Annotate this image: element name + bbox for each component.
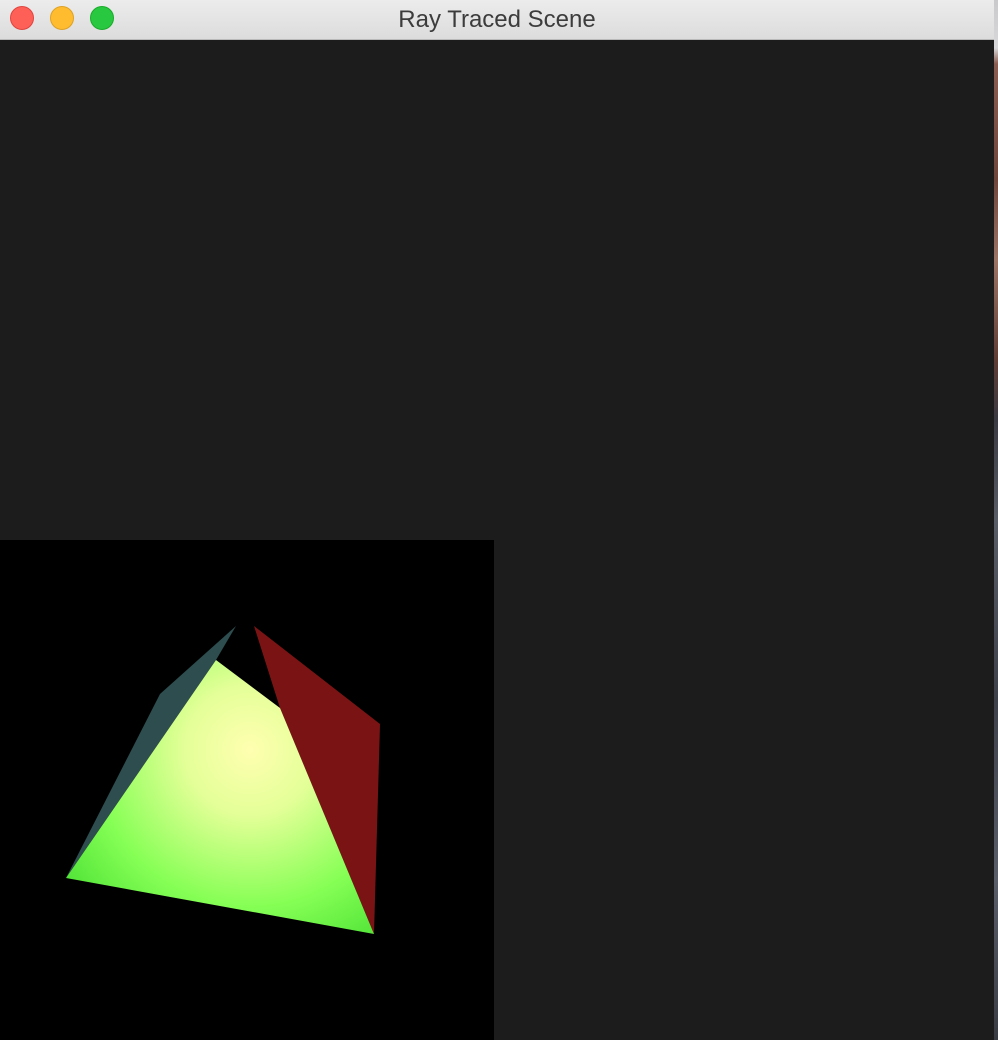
window-title: Ray Traced Scene xyxy=(398,6,596,33)
app-window: Ray Traced Scene xyxy=(0,0,994,1040)
ray-traced-render-view xyxy=(0,540,494,1040)
title-bar[interactable]: Ray Traced Scene xyxy=(0,0,994,40)
desktop-background xyxy=(994,0,998,1040)
render-canvas xyxy=(0,540,494,1040)
window-content xyxy=(0,40,994,1040)
